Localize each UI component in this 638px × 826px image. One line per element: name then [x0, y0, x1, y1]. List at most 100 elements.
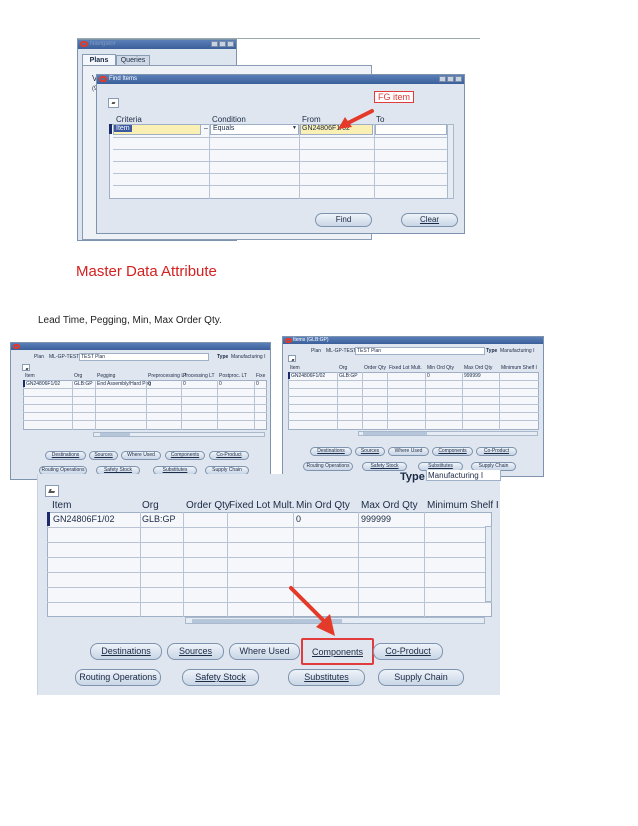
row-indicator — [47, 512, 50, 526]
criteria-value: Item — [114, 125, 132, 132]
row-indicator — [109, 124, 112, 134]
find-button[interactable]: Find — [315, 213, 372, 227]
row-indicator — [23, 380, 25, 387]
components-button[interactable]: Components — [165, 451, 205, 460]
destinations-button[interactable]: Destinations — [90, 643, 162, 660]
supply-chain-button[interactable]: Supply Chain — [378, 669, 464, 686]
left-items-window: Plan ML-GP-TEST TEST Plan Type Manufactu… — [10, 342, 271, 480]
grid-row-line — [113, 173, 447, 174]
horizontal-scrollbar[interactable] — [93, 432, 265, 437]
row-item[interactable]: GN24806F1/02 — [53, 514, 115, 524]
routing-operations-button[interactable]: Routing Operations — [75, 669, 161, 686]
to-field[interactable] — [375, 124, 447, 135]
col-max-ord: Max Ord Qty — [464, 365, 493, 371]
safety-stock-button[interactable]: Safety Stock — [362, 462, 407, 471]
plan-value: ML-GP-TEST — [49, 354, 80, 360]
window-controls[interactable] — [439, 76, 462, 82]
grid-row-line — [47, 587, 492, 588]
toolbar-edit-icon[interactable] — [45, 485, 59, 497]
toolbar-edit-icon[interactable] — [108, 98, 119, 108]
grid-col-line — [146, 380, 147, 430]
oracle-logo-icon — [99, 76, 107, 82]
oracle-logo-icon — [80, 41, 88, 47]
col-fixed-lot: Fixed Lot Mult. — [229, 500, 295, 511]
chevron-down-icon[interactable]: ▼ — [292, 125, 297, 131]
grid-row-line — [47, 572, 492, 573]
row-max-ord[interactable]: 999999 — [464, 373, 481, 379]
type-value: Manufacturing I — [500, 348, 535, 354]
grid-row-line — [113, 185, 447, 186]
grid-row-line — [288, 412, 539, 413]
destinations-button[interactable]: Destinations — [45, 451, 86, 460]
type-value-partial: Manufacturing I — [428, 471, 484, 480]
row-pegging[interactable]: End Assembly/Hard Peg — [97, 381, 151, 387]
safety-stock-button[interactable]: Safety Stock — [182, 669, 259, 686]
substitutes-button[interactable]: Substitutes — [288, 669, 365, 686]
section-heading: Master Data Attribute — [76, 263, 217, 280]
grid-row-line — [113, 161, 447, 162]
clear-button[interactable]: Clear — [401, 213, 458, 227]
type-label: Type — [217, 354, 229, 360]
co-product-button[interactable]: Co-Product — [476, 447, 517, 456]
grid-row-line — [288, 420, 539, 421]
sources-button[interactable]: Sources — [355, 447, 385, 456]
sources-button[interactable]: Sources — [89, 451, 118, 460]
grid-col-line — [209, 124, 210, 199]
grid-row-line — [47, 602, 492, 603]
tab-plans[interactable]: Plans — [82, 54, 116, 65]
criteria-scrollbar[interactable] — [447, 124, 454, 199]
row-postproc[interactable]: 0 — [219, 381, 222, 387]
destinations-button[interactable]: Destinations — [310, 447, 352, 456]
find-items-titlebar: Find Items — [97, 75, 464, 84]
navigator-title: Navigator — [90, 41, 116, 47]
from-header: From — [302, 115, 321, 124]
horizontal-scrollbar[interactable] — [358, 431, 538, 436]
row-min-ord[interactable]: 0 — [296, 514, 301, 524]
routing-operations-button[interactable]: Routing Operations — [303, 462, 353, 471]
row-min-ord[interactable]: 0 — [427, 373, 430, 379]
co-product-button[interactable]: Co-Product — [209, 451, 249, 460]
fg-item-annotation: FG item — [374, 91, 415, 103]
criteria-header: Criteria — [116, 115, 142, 124]
grid-row-line — [23, 420, 267, 421]
col-order-qty: Order Qty — [186, 500, 230, 511]
col-fixed-lot: Fixed Lot Mult. — [389, 365, 422, 371]
tab-queries[interactable]: Queries — [116, 55, 150, 65]
grid-row-line — [288, 404, 539, 405]
vertical-scrollbar[interactable] — [485, 526, 492, 602]
grid-col-line — [72, 380, 73, 430]
oracle-logo-icon — [285, 338, 292, 343]
row-org[interactable]: GLB:GP — [74, 381, 93, 387]
components-button[interactable]: Components — [301, 638, 374, 665]
row-fixe[interactable]: 0 — [256, 381, 259, 387]
where-used-button[interactable]: Where Used — [121, 451, 161, 460]
plan-label: Plan — [34, 354, 45, 360]
find-items-screenshot: Navigator Plans Queries V (9) Find Items… — [77, 38, 480, 241]
toolbar-edit-icon[interactable] — [288, 355, 296, 362]
row-proc[interactable]: 0 — [183, 381, 186, 387]
grid-col-line — [227, 512, 228, 617]
where-used-button[interactable]: Where Used — [229, 643, 300, 660]
sources-button[interactable]: Sources — [167, 643, 224, 660]
plan-desc: TEST Plan — [81, 354, 106, 360]
right-items-title: Items (GLB:GP) — [293, 337, 329, 343]
grid-row-line — [113, 149, 447, 150]
col-item: Item — [290, 365, 300, 371]
grid-row-line — [23, 404, 267, 405]
row-max-ord[interactable]: 999999 — [361, 514, 391, 524]
type-label: Type — [486, 348, 498, 354]
plan-desc: TEST Plan — [357, 348, 382, 354]
red-arrow-icon — [283, 584, 343, 639]
row-org[interactable]: GLB:GP — [142, 514, 176, 524]
toolbar-edit-icon[interactable] — [22, 364, 30, 371]
grid-col-line — [424, 512, 425, 617]
row-preproc[interactable]: 0 — [148, 381, 151, 387]
where-used-button[interactable]: Where Used — [388, 447, 429, 456]
components-button[interactable]: Components — [432, 447, 473, 456]
row-item[interactable]: GN24806F1/02 — [291, 373, 325, 379]
row-item[interactable]: GN24806F1/02 — [26, 381, 60, 387]
co-product-button[interactable]: Co-Product — [373, 643, 443, 660]
window-controls[interactable] — [211, 41, 234, 47]
row-org[interactable]: GLB:GP — [339, 373, 358, 379]
col-org: Org — [339, 365, 348, 371]
